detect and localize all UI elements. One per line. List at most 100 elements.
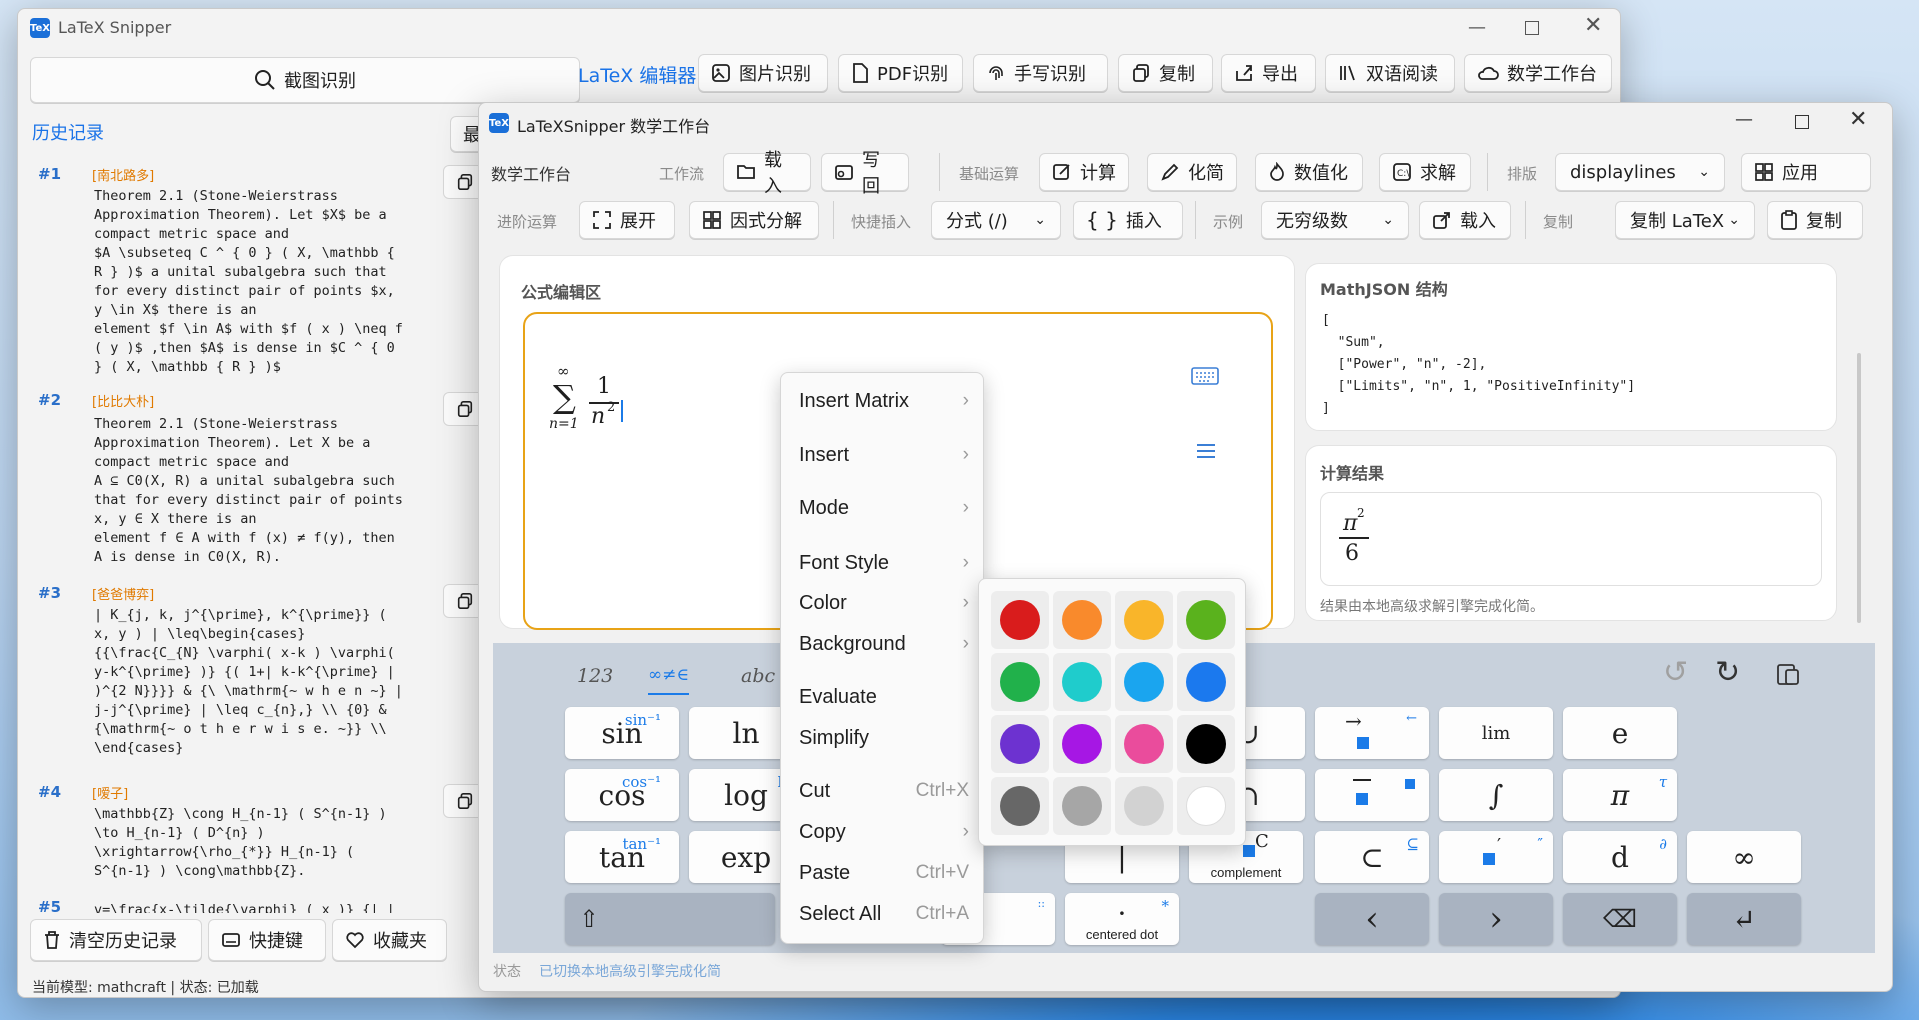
menu-font-style[interactable]: Font Style › xyxy=(799,545,969,581)
menu-color[interactable]: Color › xyxy=(799,585,969,621)
key-centered-dot[interactable]: · * centered dot xyxy=(1065,893,1179,945)
load-example-button[interactable]: 载入 xyxy=(1419,201,1511,239)
result-note: 结果由本地高级求解引擎完成化简。 xyxy=(1320,599,1544,615)
copy-format-select[interactable]: 复制 LaTeX ⌄ xyxy=(1615,201,1755,239)
toolbar-image-ocr[interactable]: 图片识别 xyxy=(698,54,828,92)
toolbar-pdf-ocr[interactable]: PDF识别 xyxy=(838,54,963,92)
menu-evaluate[interactable]: Evaluate xyxy=(799,679,969,715)
color-swatch[interactable] xyxy=(1177,715,1235,773)
expand-button[interactable]: 展开 xyxy=(579,201,675,239)
history-item[interactable]: | K_{j, k, j^{\prime}, k^{\prime}} ( x, … xyxy=(94,606,403,758)
load-button[interactable]: 载入 xyxy=(723,150,811,197)
paste-icon[interactable] xyxy=(1775,661,1801,687)
color-swatch[interactable] xyxy=(1177,591,1235,649)
key-inf[interactable]: ∞ xyxy=(1687,831,1801,883)
color-swatch[interactable] xyxy=(991,653,1049,711)
history-item[interactable]: Theorem 2.1 (Stone-Weierstrass Approxima… xyxy=(94,187,403,377)
toolbar-export[interactable]: 导出 xyxy=(1221,54,1316,92)
key-prime[interactable]: ′ ″ xyxy=(1439,831,1553,883)
history-item[interactable]: v=\frac{x-\tilde{\varphi} ( x )} {| | xyxy=(94,901,395,913)
close-icon[interactable]: ✕ xyxy=(1849,107,1867,132)
apply-button[interactable]: 应用 xyxy=(1741,153,1871,191)
key-sin[interactable]: sin sin⁻¹ xyxy=(565,707,679,759)
editor-link[interactable]: LaTeX 编辑器 xyxy=(578,61,696,88)
maximize-icon[interactable] xyxy=(1525,21,1539,35)
color-swatch[interactable] xyxy=(1115,777,1173,835)
keyboard-toggle-icon[interactable] xyxy=(1191,366,1219,386)
color-swatch[interactable] xyxy=(991,591,1049,649)
menu-paste[interactable]: Paste Ctrl+V xyxy=(799,855,969,891)
clear-history-button[interactable]: 清空历史记录 xyxy=(30,919,202,961)
key-left[interactable]: ‹ xyxy=(1315,893,1429,945)
history-item[interactable]: \mathbb{Z} \cong H_{n-1} ( S^{n-1} ) \to… xyxy=(94,805,387,881)
toolbar-copy[interactable]: 复制 xyxy=(1118,54,1213,92)
key-right[interactable]: › xyxy=(1439,893,1553,945)
color-swatch[interactable] xyxy=(1053,591,1111,649)
color-swatch[interactable] xyxy=(1115,653,1173,711)
key-d[interactable]: d ∂ xyxy=(1563,831,1677,883)
copy-button[interactable]: 复制 xyxy=(1767,201,1863,239)
key-pi[interactable]: πτ xyxy=(1563,769,1677,821)
close-icon[interactable]: ✕ xyxy=(1584,13,1602,38)
undo-icon[interactable]: ↺ xyxy=(1663,655,1688,690)
scrollbar[interactable] xyxy=(1857,353,1861,623)
factor-button[interactable]: 因式分解 xyxy=(689,201,819,239)
key-e[interactable]: e xyxy=(1563,707,1677,759)
redo-icon[interactable]: ↻ xyxy=(1715,655,1740,690)
toolbar-math-workbench[interactable]: 数学工作台 xyxy=(1464,54,1612,92)
mathjson-content[interactable]: [ "Sum", ["Power", "n", -2], ["Limits", … xyxy=(1322,310,1635,420)
color-swatch[interactable] xyxy=(1053,653,1111,711)
shortcuts-button[interactable]: 快捷键 xyxy=(208,919,326,961)
key-cos[interactable]: cos cos⁻¹ xyxy=(565,769,679,821)
history-item[interactable]: Theorem 2.1 (Stone-Weierstrass Approxima… xyxy=(94,415,403,567)
toolbar-bilingual[interactable]: 双语阅读 xyxy=(1325,54,1455,92)
color-swatch[interactable] xyxy=(1053,777,1111,835)
menu-copy[interactable]: Copy › xyxy=(799,814,969,850)
calc-button[interactable]: 计算 xyxy=(1039,153,1129,191)
key-enter[interactable]: ↵ xyxy=(1687,893,1801,945)
key-tan[interactable]: tan tan⁻¹ xyxy=(565,831,679,883)
example-select[interactable]: 无穷级数 ⌄ xyxy=(1261,201,1409,239)
menu-simplify[interactable]: Simplify xyxy=(799,720,969,756)
kb-tab-symbols[interactable]: ∞≠∈ xyxy=(648,665,689,695)
insert-button[interactable]: { } 插入 xyxy=(1073,201,1183,239)
writeback-button[interactable]: 写回 xyxy=(821,150,909,197)
menu-background[interactable]: Background › xyxy=(799,626,969,662)
menu-icon[interactable] xyxy=(1195,442,1217,460)
quick-insert-select[interactable]: 分式 (/) ⌄ xyxy=(931,201,1061,239)
result-box[interactable]: π 2 6 xyxy=(1320,492,1822,586)
key-subset[interactable]: ⊂ ⊆ xyxy=(1315,831,1429,883)
minimize-icon[interactable]: — xyxy=(1468,17,1486,38)
color-dot xyxy=(1062,724,1102,764)
key-shift[interactable]: ⇧ xyxy=(565,893,775,945)
solve-button[interactable]: C:\ 求解 xyxy=(1379,153,1471,191)
color-swatch[interactable] xyxy=(1177,653,1235,711)
key-vector[interactable]: → ← xyxy=(1315,707,1429,759)
kb-tab-123[interactable]: 123 xyxy=(577,665,613,687)
layout-select[interactable]: displaylines ⌄ xyxy=(1555,153,1725,191)
key-integral[interactable]: ∫ xyxy=(1439,769,1553,821)
key-lim[interactable]: lim xyxy=(1439,707,1553,759)
simplify-button[interactable]: 化简 xyxy=(1147,153,1237,191)
color-swatch[interactable] xyxy=(1177,777,1235,835)
menu-cut[interactable]: Cut Ctrl+X xyxy=(799,773,969,809)
capture-button[interactable]: 截图识别 xyxy=(30,57,580,103)
color-swatch[interactable] xyxy=(1115,715,1173,773)
color-swatch[interactable] xyxy=(991,777,1049,835)
result-panel: 计算结果 π 2 6 结果由本地高级求解引擎完成化简。 xyxy=(1305,445,1837,621)
favorites-button[interactable]: 收藏夹 xyxy=(332,919,447,961)
menu-insert-matrix[interactable]: Insert Matrix › xyxy=(799,383,969,419)
minimize-icon[interactable]: — xyxy=(1735,109,1753,130)
maximize-icon[interactable] xyxy=(1795,115,1809,129)
color-swatch[interactable] xyxy=(1053,715,1111,773)
toolbar-handwriting[interactable]: 手写识别 xyxy=(973,54,1108,92)
menu-insert[interactable]: Insert › xyxy=(799,437,969,473)
kb-tab-abc[interactable]: abc xyxy=(741,665,775,687)
key-backspace[interactable]: ⌫ xyxy=(1563,893,1677,945)
numeric-button[interactable]: 数值化 xyxy=(1255,153,1363,191)
color-swatch[interactable] xyxy=(1115,591,1173,649)
key-overline[interactable] xyxy=(1315,769,1429,821)
menu-mode[interactable]: Mode › xyxy=(799,490,969,526)
color-swatch[interactable] xyxy=(991,715,1049,773)
menu-select-all[interactable]: Select All Ctrl+A xyxy=(799,896,969,932)
